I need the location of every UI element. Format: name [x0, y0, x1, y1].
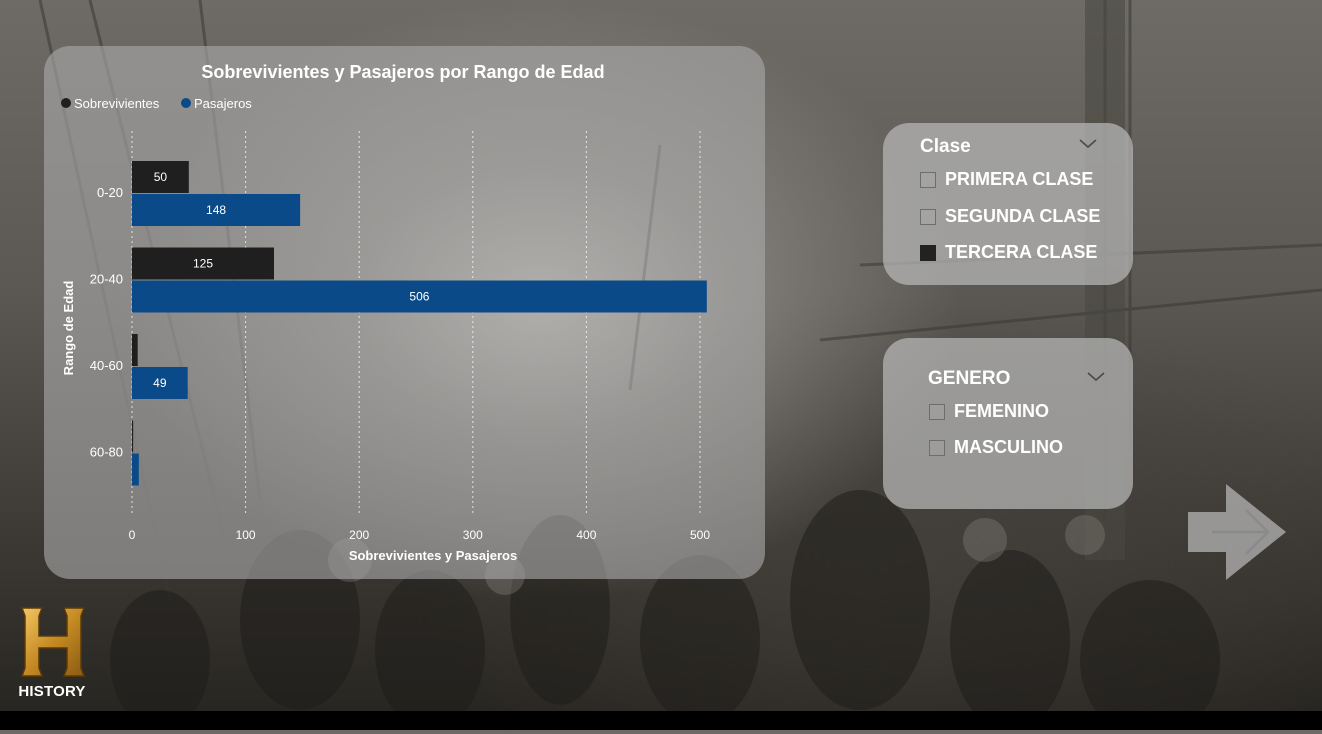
checkbox-primera-clase[interactable]: [920, 171, 936, 188]
slicer-genero: GENERO FEMENINO MASCULINO: [883, 338, 1133, 509]
data-label: 148: [206, 203, 226, 217]
legend-label: Sobrevivientes: [74, 96, 160, 111]
checkbox-masculino[interactable]: [929, 439, 945, 456]
chart-title: Sobrevivientes y Pasajeros por Rango de …: [201, 62, 604, 82]
data-label: 506: [409, 290, 429, 304]
slicer-clase: Clase PRIMERA CLASE SEGUNDA CLASE TERCER…: [883, 123, 1133, 285]
chevron-down-icon[interactable]: [1087, 372, 1105, 382]
option-primera-clase[interactable]: PRIMERA CLASE: [920, 169, 1093, 190]
x-tick-label: 400: [576, 528, 596, 542]
x-tick-label: 0: [129, 528, 136, 542]
option-tercera-clase[interactable]: TERCERA CLASE: [920, 242, 1097, 263]
x-tick-label: 200: [349, 528, 369, 542]
x-tick-label: 100: [236, 528, 256, 542]
x-tick-label: 500: [690, 528, 710, 542]
legend-label: Pasajeros: [194, 96, 252, 111]
option-label: SEGUNDA CLASE: [945, 206, 1101, 226]
y-tick-label: 60-80: [90, 445, 123, 460]
option-label: PRIMERA CLASE: [945, 169, 1094, 189]
data-label: 50: [154, 170, 168, 184]
bar-sobrevivientes-60-80: [132, 420, 134, 453]
checkbox-femenino[interactable]: [929, 403, 945, 420]
option-label: TERCERA CLASE: [945, 242, 1098, 262]
bar-sobrevivientes-40-60: [132, 334, 138, 366]
chart-grid: [131, 131, 701, 516]
bar-chart: Sobrevivientes y Pasajeros por Rango de …: [61, 62, 711, 563]
slicer-genero-title: GENERO: [928, 368, 1011, 389]
history-logo-text: HISTORY: [18, 683, 86, 700]
legend-marker: [181, 98, 191, 108]
bottom-bar: [0, 711, 1322, 730]
option-label: FEMENINO: [954, 401, 1050, 421]
y-axis-title: Rango de Edad: [61, 281, 76, 376]
x-axis-tick-labels: 0 100 200 300 400 500: [129, 528, 711, 542]
y-tick-label: 40-60: [90, 358, 123, 373]
arrow-right-icon[interactable]: [1188, 484, 1286, 580]
y-axis-tick-labels: 0-20 20-40 40-60 60-80: [90, 185, 123, 460]
y-tick-label: 0-20: [97, 185, 123, 200]
option-label: MASCULINO: [954, 437, 1063, 457]
option-masculino[interactable]: MASCULINO: [929, 437, 1063, 458]
checkbox-tercera-clase[interactable]: [920, 244, 936, 261]
y-tick-label: 20-40: [90, 272, 123, 287]
checkbox-segunda-clase[interactable]: [920, 208, 936, 225]
option-segunda-clase[interactable]: SEGUNDA CLASE: [920, 206, 1100, 227]
data-label: 49: [153, 376, 167, 390]
slicer-clase-title: Clase: [920, 136, 971, 157]
chart-legend: Sobrevivientes Pasajeros: [61, 96, 252, 111]
legend-marker: [61, 98, 71, 108]
x-tick-label: 300: [463, 528, 483, 542]
chevron-down-icon[interactable]: [1079, 139, 1097, 149]
option-femenino[interactable]: FEMENINO: [929, 401, 1049, 422]
chart-panel: Sobrevivientes y Pasajeros por Rango de …: [44, 46, 765, 579]
x-axis-title: Sobrevivientes y Pasajeros: [349, 548, 517, 563]
bar-pasajeros-60-80: [132, 453, 139, 486]
data-label: 125: [193, 257, 213, 271]
chart-bars: 50 148 125 506 49: [132, 161, 707, 486]
